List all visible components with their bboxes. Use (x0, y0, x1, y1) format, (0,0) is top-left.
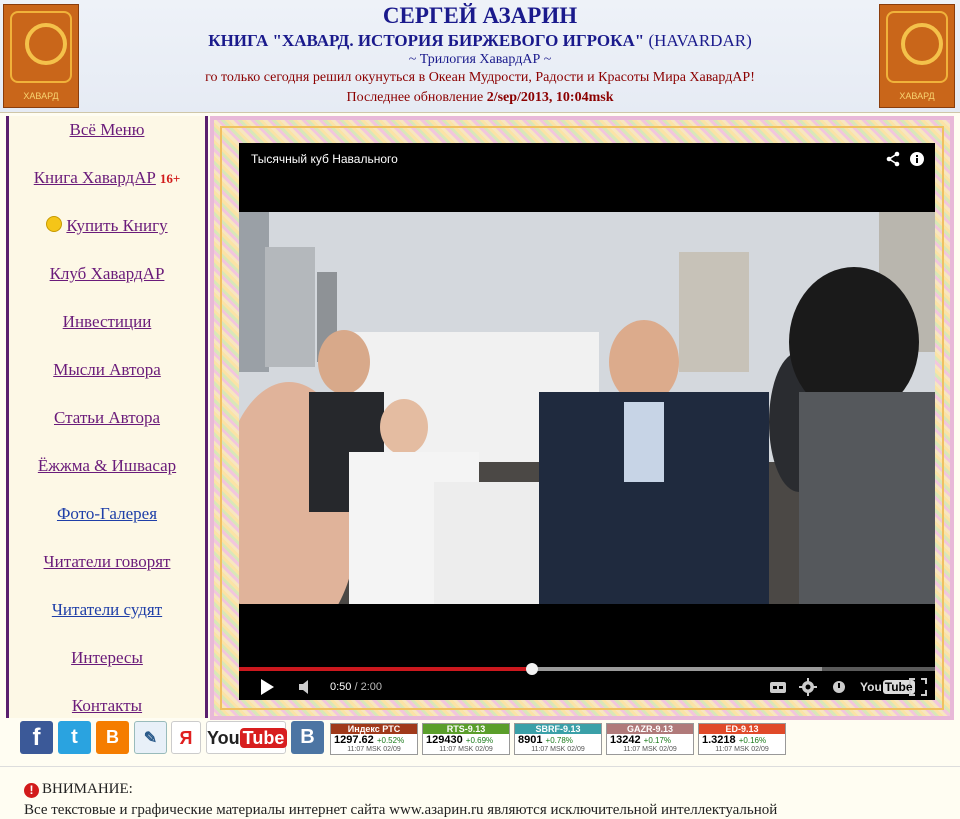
ticker-change: +0.78% (545, 736, 573, 745)
sidebar-item-author-articles[interactable]: Статьи Автора (9, 408, 205, 428)
sidebar-item-club[interactable]: Клуб ХавардАР (9, 264, 205, 284)
sidebar-item-interests[interactable]: Интересы (9, 648, 205, 668)
sidebar-menu: Всё Меню Книга ХавардАР 16+ Купить Книгу … (6, 116, 208, 718)
ticker-gazr[interactable]: GAZR-9.13 13242 +0.17% 11:07 MSK 02/09 (606, 723, 694, 755)
book-title-main: КНИГА "ХАВАРД. ИСТОРИЯ БИРЖЕВОГО ИГРОКА" (208, 31, 645, 50)
ticker-time: 11:07 MSK 02/09 (439, 746, 493, 753)
current-time: 0:50 (330, 681, 352, 693)
ticker-value: 1297.62 (334, 734, 374, 746)
youtube-logo[interactable]: You Tube (860, 680, 915, 694)
book-title-suffix: (HAVARDAR) (648, 31, 752, 50)
ticker-name: ED-9.13 (699, 724, 785, 734)
facebook-icon[interactable]: f (20, 721, 53, 754)
ticker-change: +0.52% (376, 736, 405, 745)
share-icon[interactable] (885, 151, 901, 167)
youtube-player[interactable]: Тысячный куб Навального 0:50 / 2:00 You … (239, 143, 935, 700)
settings-gear-icon[interactable] (799, 678, 817, 696)
fullscreen-icon[interactable] (909, 678, 927, 696)
ticker-time: 11:07 MSK 02/09 (623, 746, 677, 753)
marquee-tagline: го только сегодня решил окунуться в Океа… (205, 70, 755, 85)
ticker-change: +0.16% (738, 736, 767, 745)
video-frame-picture[interactable] (239, 212, 935, 604)
trilogy-subtitle: ~ Трилогия ХавардАР ~ (408, 52, 552, 67)
ticker-time: 11:07 MSK 02/09 (347, 746, 401, 753)
sidebar-item-contacts[interactable]: Контакты (9, 696, 205, 716)
volume-icon[interactable] (297, 678, 315, 696)
duration: / 2:00 (354, 681, 383, 693)
last-updated: Последнее обновление 2/sep/2013, 10:04ms… (0, 90, 960, 106)
vkontakte-icon[interactable]: B (291, 721, 324, 754)
ticker-name: RTS-9.13 (423, 724, 509, 734)
site-header: ХАВАРД ХАВАРД СЕРГЕЙ АЗАРИН КНИГА "ХАВАР… (0, 0, 960, 113)
age-rating-badge: 16+ (159, 171, 181, 186)
notice-heading: ! ВНИМАНИЕ: (24, 781, 133, 798)
copyright-notice: ! ВНИМАНИЕ: Все текстовые и графические м… (0, 766, 960, 818)
updated-label: Последнее обновление (346, 90, 484, 105)
progress-played (239, 667, 533, 671)
sidebar-item-photo-gallery[interactable]: Фото-Галерея (9, 504, 205, 524)
sidebar-item-investments[interactable]: Инвестиции (9, 312, 205, 332)
youtube-icon[interactable]: You Tube (206, 721, 288, 754)
ticker-change: +0.69% (465, 736, 494, 745)
smiley-icon (46, 216, 63, 232)
ticker-sbrf[interactable]: SBRF-9.13 8901 +0.78% 11:07 MSK 02/09 (514, 723, 602, 755)
progress-bar[interactable] (239, 663, 935, 675)
blogger-icon[interactable]: B (96, 721, 129, 754)
site-title: СЕРГЕЙ АЗАРИН (382, 3, 578, 28)
info-icon[interactable] (909, 151, 925, 167)
ticker-value: 1.3218 (702, 734, 736, 746)
sidebar-item-all-menu[interactable]: Всё Меню (9, 120, 205, 140)
sidebar-item-buy-book[interactable]: Купить Книгу (9, 216, 205, 236)
play-icon[interactable] (259, 678, 275, 696)
updated-value: 2/sep/2013, 10:04msk (486, 90, 614, 105)
sidebar-item-author-thoughts[interactable]: Мысли Автора (9, 360, 205, 380)
sidebar-item-readers-say[interactable]: Читатели говорят (9, 552, 205, 572)
progress-scrubber[interactable] (526, 663, 539, 675)
video-title[interactable]: Тысячный куб Навального (251, 152, 398, 166)
livejournal-icon[interactable]: ✎ (134, 721, 167, 754)
ticker-time: 11:07 MSK 02/09 (715, 746, 769, 753)
ticker-name: GAZR-9.13 (607, 724, 693, 734)
ticker-ed[interactable]: ED-9.13 1.3218 +0.16% 11:07 MSK 02/09 (698, 723, 786, 755)
sidebar-item-yozhzhma[interactable]: Ёжжма & Ишвасар (9, 456, 205, 476)
ticker-name: Индекс РТС (331, 724, 417, 734)
social-and-ticker-bar: f t B ✎ Я You Tube B Индекс РТС 1297.62 +… (0, 718, 960, 762)
book-title: КНИГА "ХАВАРД. ИСТОРИЯ БИРЖЕВОГО ИГРОКА"… (0, 31, 960, 51)
ticker-change: +0.17% (643, 736, 672, 745)
warning-icon: ! (24, 783, 39, 798)
video-decorative-frame: Тысячный куб Навального 0:50 / 2:00 You … (210, 116, 954, 720)
ticker-value: 129430 (426, 734, 463, 746)
ticker-value: 8901 (518, 734, 543, 746)
captions-icon[interactable] (769, 678, 787, 696)
ticker-rts-futures[interactable]: RTS-9.13 129430 +0.69% 11:07 MSK 02/09 (422, 723, 510, 755)
sidebar-item-readers-judge[interactable]: Читатели судят (9, 600, 205, 620)
yandex-icon[interactable]: Я (171, 721, 201, 754)
sidebar-item-book[interactable]: Книга ХавардАР 16+ (9, 168, 205, 188)
ticker-value: 13242 (610, 734, 641, 746)
ticker-time: 11:07 MSK 02/09 (531, 746, 585, 753)
twitter-icon[interactable]: t (58, 721, 91, 754)
ticker-rts-index[interactable]: Индекс РТС 1297.62 +0.52% 11:07 MSK 02/0… (330, 723, 418, 755)
time-display: 0:50 / 2:00 (330, 681, 382, 693)
watch-later-icon[interactable] (831, 678, 847, 696)
ticker-name: SBRF-9.13 (515, 724, 601, 734)
